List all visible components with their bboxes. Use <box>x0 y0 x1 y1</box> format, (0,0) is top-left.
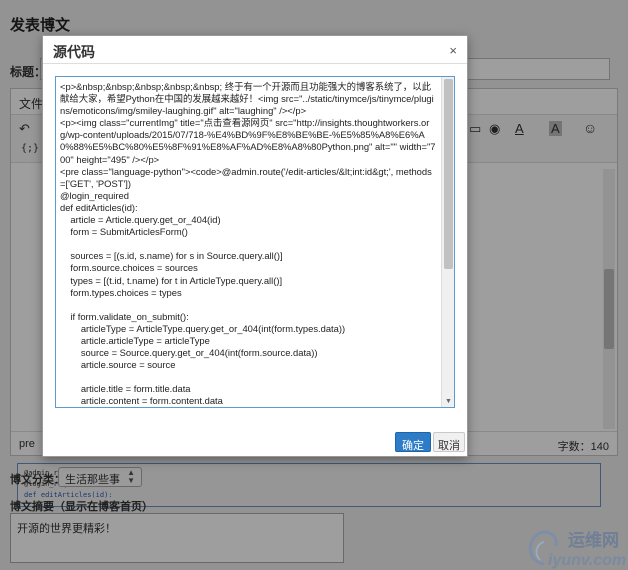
source-code-dialog: 源代码 × <p>&nbsp;&nbsp;&nbsp;&nbsp;&nbsp; … <box>42 35 468 457</box>
dialog-header: 源代码 × <box>43 36 467 64</box>
source-scrollbar[interactable]: ▼ <box>441 77 454 407</box>
scroll-thumb[interactable] <box>444 79 453 269</box>
watermark-url: iyunv.com <box>548 552 627 569</box>
close-icon[interactable]: × <box>449 43 457 58</box>
scroll-down-icon[interactable]: ▼ <box>445 398 452 405</box>
cancel-button[interactable]: 取消 <box>433 432 465 452</box>
watermark-cn: 运维网 <box>568 531 619 550</box>
source-code-textarea[interactable]: <p>&nbsp;&nbsp;&nbsp;&nbsp;&nbsp; 终于有一个开… <box>55 76 455 408</box>
watermark-logo: 运维网 iyunv.com <box>520 520 628 570</box>
dialog-title: 源代码 <box>53 44 95 60</box>
ok-button[interactable]: 确定 <box>395 432 431 452</box>
source-code-text: <p>&nbsp;&nbsp;&nbsp;&nbsp;&nbsp; 终于有一个开… <box>60 81 436 407</box>
